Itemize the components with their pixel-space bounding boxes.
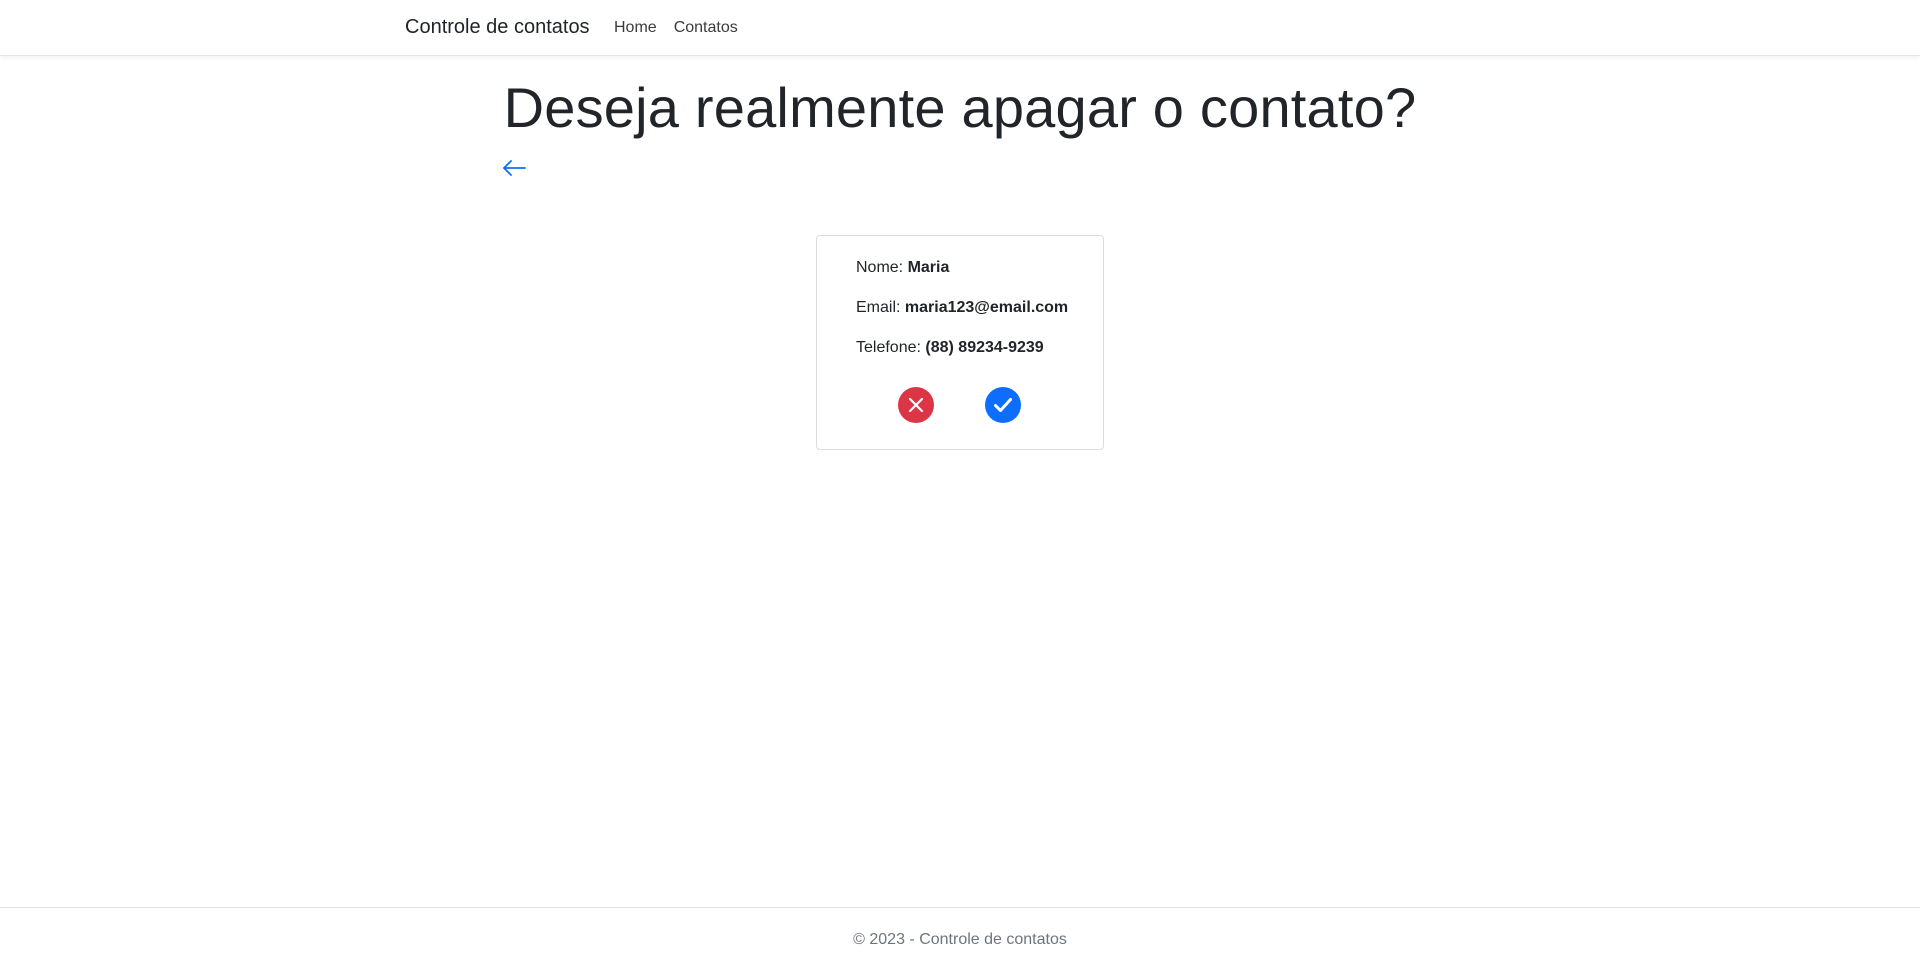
confirm-delete-button[interactable] [985, 387, 1021, 423]
footer: © 2023 - Controle de contatos [0, 907, 1920, 969]
contact-email: Email: maria123@email.com [856, 299, 1068, 317]
check-icon [994, 398, 1012, 412]
back-arrow-icon[interactable] [500, 154, 528, 182]
nav-link-home[interactable]: Home [614, 19, 657, 37]
phone-label: Telefone: [856, 339, 921, 356]
name-label: Nome: [856, 259, 904, 276]
navbar-brand[interactable]: Controle de contatos [405, 16, 590, 39]
contact-phone: Telefone: (88) 89234-9239 [856, 339, 1044, 357]
nav-links: Home Contatos [614, 19, 738, 37]
page-title: Deseja realmente apagar o contato? [503, 76, 1417, 139]
footer-copyright: © 2023 - Controle de contatos [853, 931, 1067, 948]
contact-name: Nome: Maria [856, 259, 949, 277]
email-value: maria123@email.com [904, 299, 1069, 316]
name-value: Maria [907, 259, 950, 276]
nav-link-contatos[interactable]: Contatos [674, 19, 738, 37]
navbar: Controle de contatos Home Contatos [0, 0, 1920, 56]
contact-card: Nome: Maria Email: maria123@email.com Te… [816, 235, 1104, 450]
email-label: Email: [856, 299, 901, 316]
cancel-delete-button[interactable] [898, 387, 934, 423]
phone-value: (88) 89234-9239 [925, 339, 1044, 356]
x-icon [908, 397, 924, 413]
